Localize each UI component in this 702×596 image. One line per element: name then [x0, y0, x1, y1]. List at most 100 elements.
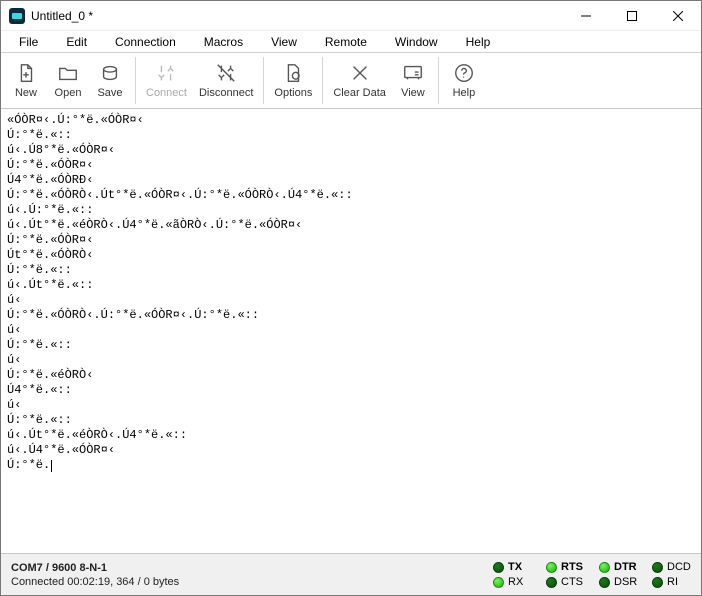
clear-data-button[interactable]: Clear Data — [327, 56, 392, 105]
led-indicator-icon — [599, 562, 610, 573]
terminal-line: Ú:°*ë.«:: — [7, 263, 695, 278]
terminal-line: Ú:°*ë.«ÓÒR¤‹ — [7, 233, 695, 248]
toolbar: New Open Save Connect Disconnect — [1, 53, 701, 109]
disconnect-button[interactable]: Disconnect — [193, 56, 259, 105]
menu-view[interactable]: View — [257, 33, 311, 51]
connect-icon — [155, 62, 177, 84]
led-label: RTS — [561, 561, 585, 573]
open-label: Open — [55, 87, 82, 99]
terminal-line: Ú:°*ë.«ÓÒR¤‹ — [7, 158, 695, 173]
close-icon — [673, 11, 683, 21]
menu-macros[interactable]: Macros — [190, 33, 257, 51]
menu-connection[interactable]: Connection — [101, 33, 190, 51]
led-rx: RX — [493, 576, 532, 588]
led-label: CTS — [561, 576, 585, 588]
menu-file[interactable]: File — [5, 33, 52, 51]
menu-remote[interactable]: Remote — [311, 33, 381, 51]
disconnect-icon — [215, 62, 237, 84]
maximize-icon — [627, 11, 637, 21]
view-icon — [402, 62, 424, 84]
new-button[interactable]: New — [5, 56, 47, 105]
text-cursor — [51, 460, 52, 472]
led-dtr: DTR — [599, 561, 638, 573]
terminal-line: ú‹.Út°*ë.«éÒRÒ‹.Ú4°*ë.«:: — [7, 428, 695, 443]
connect-button: Connect — [140, 56, 193, 105]
terminal-line: Ú4°*ë.«:: — [7, 383, 695, 398]
terminal-output[interactable]: «ÓÒR¤‹.Ú:°*ë.«ÓÒR¤‹Ú:°*ë.«::ú‹.Ú8°*ë.«ÓÒ… — [1, 109, 701, 553]
close-button[interactable] — [655, 1, 701, 31]
statusbar: COM7 / 9600 8-N-1 Connected 00:02:19, 36… — [1, 553, 701, 595]
window-title: Untitled_0 * — [31, 9, 563, 23]
save-button[interactable]: Save — [89, 56, 131, 105]
menubar: File Edit Connection Macros View Remote … — [1, 31, 701, 53]
help-icon — [453, 62, 475, 84]
options-icon — [282, 62, 304, 84]
led-label: RI — [667, 576, 691, 588]
terminal-line: ú‹ — [7, 323, 695, 338]
terminal-line: Ú:°*ë.«ÓÒRÒ‹.Ú:°*ë.«ÓÒR¤‹.Ú:°*ë.«:: — [7, 308, 695, 323]
status-connected: Connected 00:02:19, 364 / 0 bytes — [11, 576, 493, 588]
led-indicator-icon — [546, 577, 557, 588]
maximize-button[interactable] — [609, 1, 655, 31]
terminal-line: ú‹.Út°*ë.«éÒRÒ‹.Ú4°*ë.«ãÒRÒ‹.Ú:°*ë.«ÓÒR¤… — [7, 218, 695, 233]
led-indicator-icon — [652, 562, 663, 573]
terminal-line: ú‹ — [7, 293, 695, 308]
clear-data-label: Clear Data — [333, 87, 386, 99]
led-label: TX — [508, 561, 532, 573]
save-icon — [99, 62, 121, 84]
led-indicator-icon — [493, 577, 504, 588]
terminal-line: Ú:°*ë.«éÒRÒ‹ — [7, 368, 695, 383]
terminal-line: Ú4°*ë.«ÓÒRÐ‹ — [7, 173, 695, 188]
led-label: RX — [508, 576, 532, 588]
connect-label: Connect — [146, 87, 187, 99]
terminal-line: ú‹ — [7, 353, 695, 368]
terminal-line: Ú:°*ë.«ÓÒRÒ‹.Út°*ë.«ÓÒR¤‹.Ú:°*ë.«ÓÒRÒ‹.Ú… — [7, 188, 695, 203]
new-file-icon — [15, 62, 37, 84]
terminal-line: Út°*ë.«ÓÒRÒ‹ — [7, 248, 695, 263]
disconnect-label: Disconnect — [199, 87, 253, 99]
terminal-line: ú‹.Ú:°*ë.«:: — [7, 203, 695, 218]
led-dsr: DSR — [599, 576, 638, 588]
minimize-button[interactable] — [563, 1, 609, 31]
open-button[interactable]: Open — [47, 56, 89, 105]
terminal-line: Ú:°*ë.«:: — [7, 413, 695, 428]
led-dcd: DCD — [652, 561, 691, 573]
led-label: DSR — [614, 576, 638, 588]
terminal-line: ú‹.Ú8°*ë.«ÓÒR¤‹ — [7, 143, 695, 158]
led-indicator-icon — [546, 562, 557, 573]
options-button[interactable]: Options — [268, 56, 318, 105]
minimize-icon — [581, 11, 591, 21]
menu-edit[interactable]: Edit — [52, 33, 101, 51]
folder-icon — [57, 62, 79, 84]
clear-icon — [349, 62, 371, 84]
window-controls — [563, 1, 701, 31]
app-icon — [9, 8, 25, 24]
menu-help[interactable]: Help — [452, 33, 505, 51]
led-indicator-icon — [652, 577, 663, 588]
led-label: DTR — [614, 561, 638, 573]
new-label: New — [15, 87, 37, 99]
help-label: Help — [453, 87, 476, 99]
led-cts: CTS — [546, 576, 585, 588]
led-tx: TX — [493, 561, 532, 573]
titlebar: Untitled_0 * — [1, 1, 701, 31]
menu-window[interactable]: Window — [381, 33, 452, 51]
terminal-line: «ÓÒR¤‹.Ú:°*ë.«ÓÒR¤‹ — [7, 113, 695, 128]
led-ri: RI — [652, 576, 691, 588]
save-label: Save — [97, 87, 122, 99]
led-rts: RTS — [546, 561, 585, 573]
led-label: DCD — [667, 561, 691, 573]
terminal-line: Ú:°*ë.«:: — [7, 338, 695, 353]
view-button[interactable]: View — [392, 56, 434, 105]
options-label: Options — [274, 87, 312, 99]
status-leds: TX RX RTS CTS DTR DSR DCD RI — [493, 561, 691, 588]
terminal-line: Ú:°*ë. — [7, 458, 695, 473]
view-label: View — [401, 87, 425, 99]
terminal-line: ú‹.Út°*ë.«:: — [7, 278, 695, 293]
led-indicator-icon — [493, 562, 504, 573]
help-button[interactable]: Help — [443, 56, 485, 105]
terminal-line: ú‹ — [7, 398, 695, 413]
status-port: COM7 / 9600 8-N-1 — [11, 562, 493, 574]
terminal-line: ú‹.Ú4°*ë.«ÓÒR¤‹ — [7, 443, 695, 458]
terminal-line: Ú:°*ë.«:: — [7, 128, 695, 143]
